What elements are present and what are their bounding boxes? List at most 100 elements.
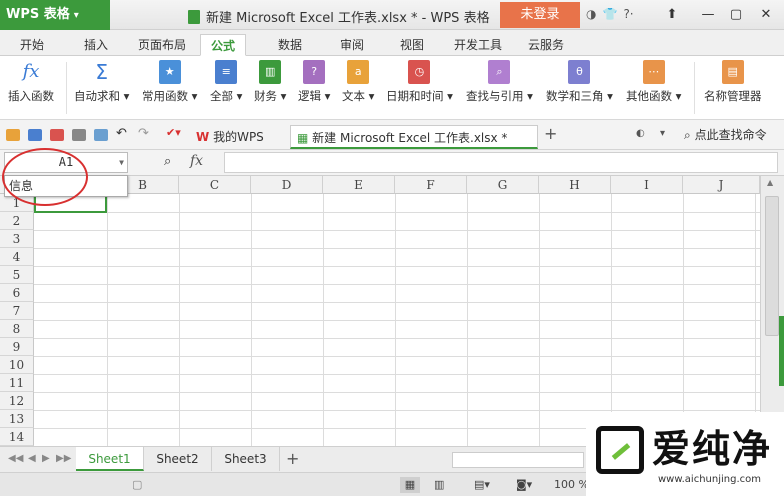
watermark: 爱纯净 www.aichunjing.com (586, 412, 784, 496)
title-bar: WPS 表格 ▾ 新建 Microsoft Excel 工作表.xlsx * - … (0, 0, 784, 30)
tab-review[interactable]: 审阅 (330, 34, 374, 56)
text-button[interactable]: a 文本 ▾ (342, 60, 374, 104)
next-sheet-icon[interactable]: ▶ (42, 453, 50, 464)
sheet-tab-3[interactable]: Sheet3 (212, 447, 280, 471)
prev-sheet-icon[interactable]: ◀ (28, 453, 36, 464)
row-header[interactable]: 5 (0, 266, 34, 284)
clock-icon: ◷ (408, 60, 431, 84)
row-header[interactable]: 12 (0, 392, 34, 410)
vertical-scrollbar[interactable]: ▲ (760, 176, 784, 446)
formula-input[interactable] (224, 152, 778, 173)
row-header[interactable]: 11 (0, 374, 34, 392)
normal-view-icon[interactable]: ▦ (400, 477, 420, 493)
page-layout-view-icon[interactable]: ▥ (434, 477, 444, 493)
finance-label: 财务 (254, 89, 277, 103)
row-header[interactable]: 14 (0, 428, 34, 446)
print-preview-icon[interactable] (94, 129, 108, 141)
tab-data[interactable]: 数据 (268, 34, 312, 56)
datetime-button[interactable]: ◷ 日期和时间 ▾ (386, 60, 453, 104)
spreadsheet-grid[interactable]: B C D E F G H I J 1 2 3 4 5 6 7 8 9 10 1… (0, 176, 760, 446)
help-icon[interactable]: ?· (623, 7, 633, 21)
divider (694, 62, 695, 114)
export-pdf-icon[interactable] (50, 129, 64, 141)
row-header[interactable]: 9 (0, 338, 34, 356)
row-header[interactable]: 3 (0, 230, 34, 248)
column-header[interactable]: E (323, 176, 395, 194)
tab-page-layout[interactable]: 页面布局 (128, 34, 196, 56)
tab-start[interactable]: 开始 (10, 34, 54, 56)
lookup-button[interactable]: ⌕ 查找与引用 ▾ (466, 60, 533, 104)
side-panel-handle[interactable] (779, 316, 784, 386)
tab-view[interactable]: 视图 (390, 34, 434, 56)
close-button[interactable]: ✕ (754, 4, 778, 26)
row-header[interactable]: 4 (0, 248, 34, 266)
tab-developer[interactable]: 开发工具 (444, 34, 512, 56)
undo-icon[interactable]: ↶ (116, 126, 127, 141)
page-break-view-icon[interactable]: ▤▾ (474, 477, 490, 493)
row-header[interactable]: 10 (0, 356, 34, 374)
first-sheet-icon[interactable]: ◀◀ (8, 453, 23, 464)
all-functions-button[interactable]: ≡ 全部 ▾ (210, 60, 242, 104)
customize-icon[interactable]: ✔▾ (166, 126, 181, 139)
finance-button[interactable]: ▥ 财务 ▾ (254, 60, 286, 104)
minimize-button[interactable]: — (696, 4, 720, 26)
brand-logo-icon (596, 426, 644, 474)
name-manager-button[interactable]: ▤ 名称管理器 (704, 60, 762, 104)
row-header[interactable]: 8 (0, 320, 34, 338)
scroll-thumb[interactable] (765, 196, 779, 336)
column-header[interactable]: I (611, 176, 683, 194)
chevron-down-icon: ▾ (73, 10, 79, 21)
search-icon: ⌕ (684, 128, 691, 142)
column-header[interactable]: D (251, 176, 323, 194)
tab-insert[interactable]: 插入 (74, 34, 118, 56)
spreadsheet-icon: ▦ (297, 131, 309, 145)
app-menu-button[interactable]: WPS 表格 ▾ (0, 0, 110, 30)
page-icon[interactable]: ▢ (132, 477, 142, 493)
scroll-up-icon[interactable]: ▲ (767, 178, 773, 187)
search-command[interactable]: ⌕ 点此查找命令 (684, 126, 767, 143)
column-header[interactable]: F (395, 176, 467, 194)
print-icon[interactable] (72, 129, 86, 141)
sheet-tab-1[interactable]: Sheet1 (76, 447, 144, 471)
other-functions-button[interactable]: ⋯ 其他函数 ▾ (626, 60, 681, 104)
last-sheet-icon[interactable]: ▶▶ (56, 453, 71, 464)
math-button[interactable]: θ 数学和三角 ▾ (546, 60, 613, 104)
column-header[interactable]: H (539, 176, 611, 194)
doc-tab-file[interactable]: ▦ 新建 Microsoft Excel 工作表.xlsx * (290, 125, 538, 149)
add-sheet-icon[interactable]: + (286, 449, 299, 468)
save-icon[interactable] (28, 129, 42, 141)
share-icon[interactable]: ▾ (660, 128, 665, 139)
column-header[interactable]: G (467, 176, 539, 194)
tab-formulas[interactable]: 公式 (200, 34, 247, 56)
restore-view-icon[interactable]: ⬆ (660, 4, 684, 26)
grid-line (34, 302, 760, 303)
row-header[interactable]: 6 (0, 284, 34, 302)
column-header[interactable]: J (683, 176, 760, 194)
open-icon[interactable] (6, 129, 20, 141)
horizontal-scrollbar[interactable] (452, 452, 584, 468)
common-functions-button[interactable]: ★ 常用函数 ▾ (142, 60, 197, 104)
doc-tab-home[interactable]: W 我的WPS (190, 125, 286, 149)
redo-icon[interactable]: ↷ (138, 126, 149, 141)
logic-button[interactable]: ? 逻辑 ▾ (298, 60, 330, 104)
backup-icon[interactable]: ◐ (636, 128, 645, 139)
sheet-tab-2[interactable]: Sheet2 (144, 447, 212, 471)
maximize-button[interactable]: ▢ (724, 4, 748, 26)
row-header[interactable]: 7 (0, 302, 34, 320)
zoom-level[interactable]: 100 % (554, 477, 589, 493)
autosum-button[interactable]: Σ 自动求和 ▾ (74, 60, 129, 104)
row-header[interactable]: 13 (0, 410, 34, 428)
tab-cloud[interactable]: 云服务 (518, 34, 574, 56)
chevron-down-icon[interactable]: ▼ (119, 153, 124, 172)
zoom-search-icon[interactable]: ⌕ (164, 154, 171, 169)
column-header[interactable]: C (179, 176, 251, 194)
insert-function-button[interactable]: fx 插入函数 (8, 60, 54, 104)
sigma-icon: Σ (95, 60, 109, 84)
row-header[interactable]: 2 (0, 212, 34, 230)
eye-protect-icon[interactable]: ◙▾ (516, 477, 532, 493)
shirt-icon[interactable]: 👕 (602, 7, 617, 21)
login-button[interactable]: 未登录 (500, 2, 580, 28)
skin-icon[interactable]: ◑ (586, 7, 596, 21)
fx-icon[interactable]: fx (190, 153, 203, 169)
new-tab-icon[interactable]: + (544, 124, 557, 143)
